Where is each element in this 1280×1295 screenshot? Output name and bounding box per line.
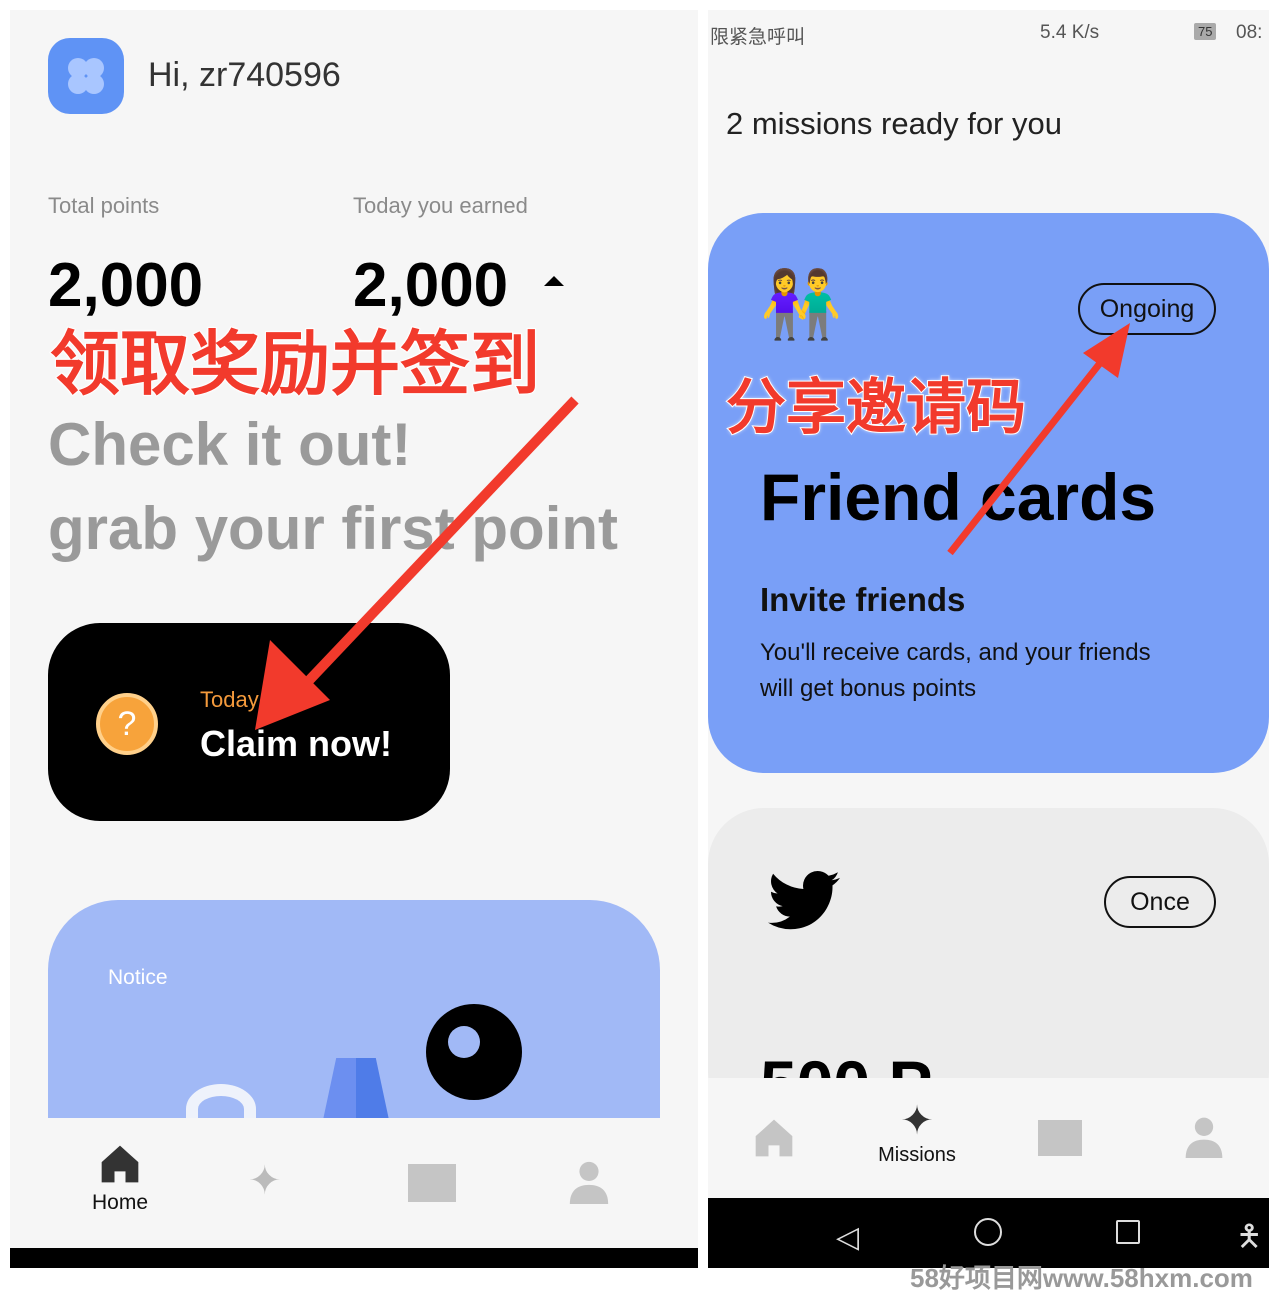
nav-label: Home (91, 1191, 149, 1214)
missions-screen: 限紧急呼叫 5.4 K/s 75 08: 2 missions ready fo… (708, 10, 1269, 1268)
nav-missions[interactable]: ✦ Missions (858, 1098, 976, 1167)
wallet-icon[interactable] (1038, 1120, 1082, 1156)
friend-card[interactable]: 👫 Ongoing Friend cards Invite friends Yo… (708, 213, 1269, 773)
gear-icon (426, 1004, 522, 1100)
system-bar (10, 1248, 698, 1268)
nav-home[interactable]: Home (80, 1142, 160, 1215)
battery-icon: 75 (1194, 23, 1217, 40)
bottom-nav: Home ✦ (10, 1118, 698, 1248)
wallet-icon[interactable] (408, 1164, 456, 1202)
home-icon[interactable] (752, 1116, 796, 1160)
recents-icon[interactable] (1116, 1220, 1140, 1244)
nav-label: Missions (878, 1144, 956, 1166)
annotation-arrow (255, 396, 579, 730)
twitter-icon (768, 870, 840, 930)
status-time: 08: (1236, 22, 1263, 43)
home-screen: Hi, zr740596 Total points Today you earn… (10, 10, 698, 1268)
status-carrier: 限紧急呼叫 (710, 27, 806, 48)
notice-label: Notice (108, 966, 168, 989)
home-icon (101, 1145, 139, 1183)
sparkles-icon[interactable]: ✦ (248, 1158, 282, 1204)
once-badge: Once (1104, 876, 1216, 928)
person-icon[interactable] (566, 1158, 612, 1204)
bottom-nav: ✦ Missions (708, 1078, 1269, 1198)
cone-icon (323, 1058, 389, 1120)
status-speed: 5.4 K/s (1040, 22, 1100, 43)
watermark: 58好项目网www.58hxm.com (910, 1263, 1253, 1293)
missions-title: 2 missions ready for you (726, 106, 1062, 141)
person-icon[interactable] (1182, 1114, 1226, 1158)
home-circle-icon[interactable] (974, 1218, 1002, 1246)
sparkles-icon: ✦ (900, 1099, 934, 1143)
back-icon[interactable]: ◁ (836, 1220, 859, 1255)
annotation-arrow (947, 323, 1130, 556)
